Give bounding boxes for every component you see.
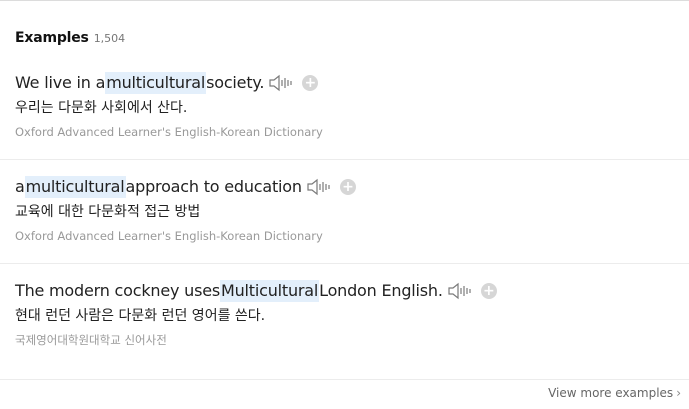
highlighted-word[interactable]: multicultural	[24, 176, 126, 198]
example-source: 국제영어대학원대학교 신어사전	[15, 333, 167, 347]
examples-count: 1,504	[93, 32, 126, 45]
example-translation: 우리는 다문화 사회에서 산다.	[15, 100, 188, 116]
example-source: Oxford Advanced Learner's English-Korean…	[15, 125, 323, 139]
example-source: Oxford Advanced Learner's English-Korean…	[15, 229, 323, 243]
highlighted-word[interactable]: multicultural	[105, 72, 207, 94]
add-to-wordbook-plus-icon[interactable]: +	[302, 75, 319, 91]
view-more-examples-link[interactable]: View more examples ›	[548, 386, 681, 400]
example-item: We live in a multicultural society. + 우리…	[15, 72, 689, 140]
sentence-text-after: society.	[206, 73, 265, 92]
add-to-wordbook-plus-icon[interactable]: +	[339, 179, 356, 195]
sentence-text-after: approach to education	[125, 177, 303, 196]
footer-divider	[0, 379, 689, 380]
sentence-text-before: The modern cockney uses	[15, 281, 220, 300]
example-translation: 교육에 대한 다문화적 접근 방법	[15, 204, 201, 220]
top-divider	[0, 0, 689, 1]
example-sentence: The modern cockney uses Multicultural Lo…	[15, 280, 689, 302]
speaker-icon[interactable]	[307, 178, 331, 196]
example-translation: 현대 런던 사람은 다문화 런던 영어를 쓴다.	[15, 308, 266, 324]
divider	[0, 263, 689, 264]
sentence-text-after: London English.	[319, 281, 443, 300]
sentence-text-before: a	[15, 177, 25, 196]
view-more-label: View more examples	[548, 386, 674, 400]
examples-header: Examples 1,504	[15, 30, 125, 46]
example-sentence: We live in a multicultural society. +	[15, 72, 689, 94]
sentence-text-before: We live in a	[15, 73, 106, 92]
speaker-icon[interactable]	[448, 282, 472, 300]
example-sentence: a multicultural approach to education +	[15, 176, 689, 198]
highlighted-word[interactable]: Multicultural	[220, 280, 320, 302]
example-item: The modern cockney uses Multicultural Lo…	[15, 280, 689, 348]
speaker-icon[interactable]	[269, 74, 293, 92]
add-to-wordbook-plus-icon[interactable]: +	[480, 283, 497, 299]
examples-title: Examples	[15, 30, 89, 46]
chevron-right-icon: ›	[676, 386, 681, 400]
divider	[0, 159, 689, 160]
example-item: a multicultural approach to education + …	[15, 176, 689, 244]
